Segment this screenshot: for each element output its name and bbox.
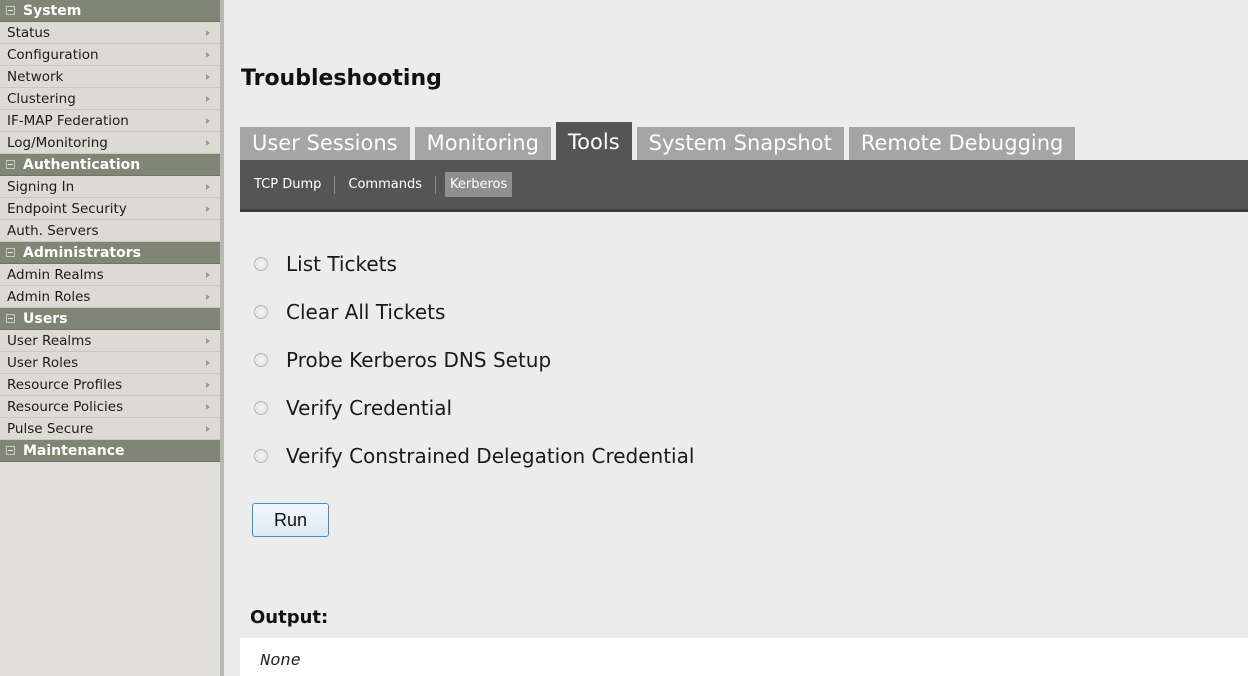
tab-monitoring[interactable]: Monitoring [414, 127, 551, 160]
sidebar-item-admin-realms[interactable]: Admin Realms [0, 264, 220, 286]
sidebar-item-log-monitoring[interactable]: Log/Monitoring [0, 132, 220, 154]
sidebar-item-resource-policies[interactable]: Resource Policies [0, 396, 220, 418]
output-box: None [240, 638, 1248, 676]
chevron-right-icon [206, 51, 210, 58]
option-list-tickets: List Tickets [254, 240, 694, 288]
chevron-right-icon [206, 73, 210, 80]
sidebar-item-label: Signing In [7, 178, 75, 195]
sidebar-item-label: User Realms [7, 332, 92, 349]
section-header-system[interactable]: System [0, 0, 220, 22]
subnav-divider [435, 175, 436, 194]
sidebar-item-label: Pulse Secure [7, 420, 94, 437]
subnav-kerberos[interactable]: Kerberos [445, 172, 513, 197]
sidebar-item-resource-profiles[interactable]: Resource Profiles [0, 374, 220, 396]
chevron-right-icon [206, 337, 210, 344]
section-title: Users [23, 310, 68, 327]
radio-button[interactable] [254, 305, 268, 319]
sidebar-item-label: Auth. Servers [7, 222, 99, 239]
main-content: Troubleshooting User Sessions Monitoring T… [224, 0, 1248, 676]
sidebar-item-label: Configuration [7, 46, 99, 63]
chevron-right-icon [206, 95, 210, 102]
run-button[interactable]: Run [252, 503, 329, 537]
sidebar-item-configuration[interactable]: Configuration [0, 44, 220, 66]
sidebar-item-label: IF-MAP Federation [7, 112, 129, 129]
collapse-icon [6, 6, 15, 15]
sidebar-item-label: Clustering [7, 90, 76, 107]
radio-button[interactable] [254, 353, 268, 367]
option-label[interactable]: Clear All Tickets [286, 300, 445, 324]
sidebar-item-clustering[interactable]: Clustering [0, 88, 220, 110]
section-header-users[interactable]: Users [0, 308, 220, 330]
output-text: None [260, 652, 301, 671]
chevron-right-icon [206, 359, 210, 366]
collapse-icon [6, 248, 15, 257]
option-probe-kerberos-dns-setup: Probe Kerberos DNS Setup [254, 336, 694, 384]
sidebar-item-signing-in[interactable]: Signing In [0, 176, 220, 198]
sidebar-item-label: Resource Profiles [7, 376, 123, 393]
tab-system-snapshot[interactable]: System Snapshot [636, 127, 844, 160]
sidebar-item-label: Resource Policies [7, 398, 124, 415]
sidebar-item-user-roles[interactable]: User Roles [0, 352, 220, 374]
sidebar-item-endpoint-security[interactable]: Endpoint Security [0, 198, 220, 220]
chevron-right-icon [206, 205, 210, 212]
tab-tools[interactable]: Tools [555, 122, 632, 160]
chevron-right-icon [206, 381, 210, 388]
radio-button[interactable] [254, 449, 268, 463]
chevron-right-icon [206, 29, 210, 36]
option-clear-all-tickets: Clear All Tickets [254, 288, 694, 336]
sidebar-item-admin-roles[interactable]: Admin Roles [0, 286, 220, 308]
option-verify-constrained-delegation-credential: Verify Constrained Delegation Credential [254, 432, 694, 480]
tab-bar: User Sessions Monitoring Tools System Snaps… [240, 122, 1080, 160]
option-label[interactable]: Verify Credential [286, 396, 452, 420]
collapse-icon [6, 314, 15, 323]
sidebar-item-label: Admin Roles [7, 288, 91, 305]
sidebar-item-network[interactable]: Network [0, 66, 220, 88]
section-title: System [23, 2, 82, 19]
sidebar-item-status[interactable]: Status [0, 22, 220, 44]
chevron-right-icon [206, 293, 210, 300]
section-header-administrators[interactable]: Administrators [0, 242, 220, 264]
sidebar-item-label: Endpoint Security [7, 200, 127, 217]
radio-button[interactable] [254, 257, 268, 271]
tab-user-sessions[interactable]: User Sessions [240, 127, 410, 160]
subnav-commands[interactable]: Commands [344, 177, 426, 192]
subnav-divider [334, 175, 336, 194]
subnav-tcp-dump[interactable]: TCP Dump [250, 177, 325, 192]
section-title: Maintenance [23, 442, 125, 459]
sidebar-item-label: User Roles [7, 354, 79, 371]
sidebar: System Status Configuration Network Clusteri… [0, 0, 224, 676]
sidebar-item-label: Status [7, 24, 51, 41]
chevron-right-icon [206, 183, 210, 190]
sidebar-item-pulse-secure[interactable]: Pulse Secure [0, 418, 220, 440]
collapse-icon [6, 446, 15, 455]
option-label[interactable]: List Tickets [286, 252, 397, 276]
sidebar-item-user-realms[interactable]: User Realms [0, 330, 220, 352]
sidebar-item-label: Log/Monitoring [7, 134, 108, 151]
chevron-right-icon [206, 117, 210, 124]
tool-options: List Tickets Clear All Tickets Probe Kerbe… [254, 240, 694, 480]
chevron-right-icon [206, 403, 210, 410]
chevron-right-icon [206, 139, 210, 146]
output-label: Output: [250, 607, 329, 628]
section-title: Authentication [23, 156, 141, 173]
section-title: Administrators [23, 244, 141, 261]
option-label[interactable]: Verify Constrained Delegation Credential [286, 444, 694, 468]
section-header-authentication[interactable]: Authentication [0, 154, 220, 176]
tab-remote-debugging[interactable]: Remote Debugging [848, 127, 1076, 160]
chevron-right-icon [206, 425, 210, 432]
page-title: Troubleshooting [241, 66, 442, 91]
radio-button[interactable] [254, 401, 268, 415]
sub-navigation: TCP Dump Commands Kerberos [240, 160, 1248, 212]
sidebar-item-if-map-federation[interactable]: IF-MAP Federation [0, 110, 220, 132]
option-verify-credential: Verify Credential [254, 384, 694, 432]
collapse-icon [6, 160, 15, 169]
sidebar-item-label: Admin Realms [7, 266, 104, 283]
section-header-maintenance[interactable]: Maintenance [0, 440, 220, 462]
chevron-right-icon [206, 271, 210, 278]
sidebar-item-label: Network [7, 68, 64, 85]
sidebar-item-auth-servers[interactable]: Auth. Servers [0, 220, 220, 242]
option-label[interactable]: Probe Kerberos DNS Setup [286, 348, 551, 372]
